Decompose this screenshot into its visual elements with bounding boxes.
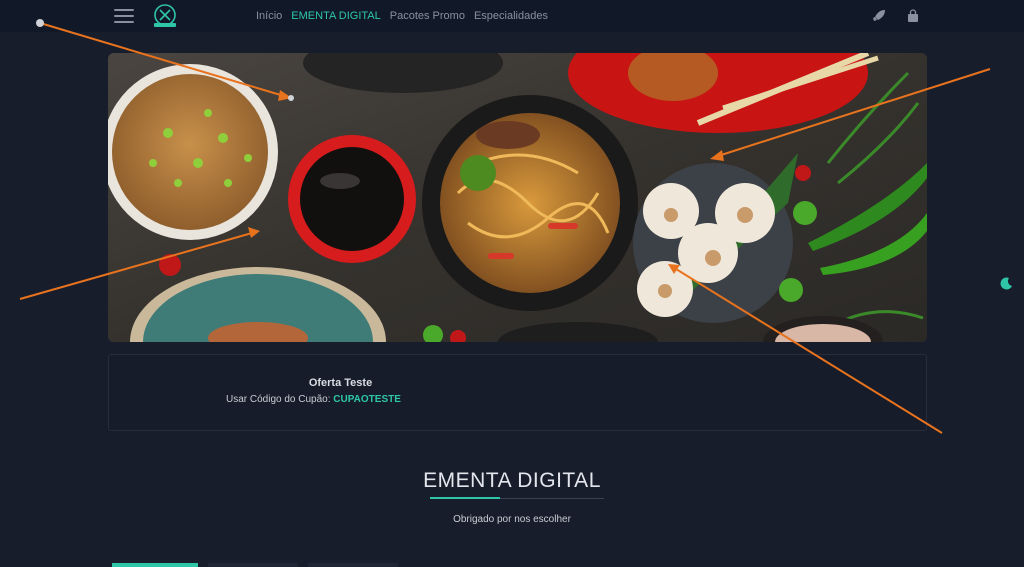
title-divider-accent — [430, 497, 500, 499]
category-tab[interactable] — [308, 563, 398, 567]
nav-link-ementa-digital[interactable]: EMENTA DIGITAL — [291, 10, 380, 22]
rocket-icon[interactable] — [872, 9, 886, 23]
shopping-bag-icon[interactable] — [906, 9, 920, 23]
offer-coupon-code[interactable]: CUPAOTESTE — [333, 394, 401, 405]
offer-coupon-line: Usar Código do Cupão: CUPAOTESTE — [226, 394, 401, 405]
moon-icon[interactable] — [999, 277, 1013, 291]
top-navbar: Início EMENTA DIGITAL Pacotes Promo Espe… — [0, 0, 1024, 32]
hamburger-menu-icon[interactable] — [114, 9, 134, 24]
category-tab[interactable] — [112, 563, 198, 567]
section-subtitle: Obrigado por nos escolher — [453, 514, 571, 525]
nav-link-inicio[interactable]: Início — [256, 10, 282, 22]
restaurant-logo-icon[interactable] — [150, 3, 180, 29]
nav-link-pacotes-promo[interactable]: Pacotes Promo — [390, 10, 465, 22]
nav-actions — [872, 9, 920, 23]
main-nav: Início EMENTA DIGITAL Pacotes Promo Espe… — [256, 10, 548, 22]
hero-banner-image — [108, 53, 927, 342]
offer-coupon-label: Usar Código do Cupão: — [226, 394, 331, 405]
category-tab[interactable] — [208, 563, 298, 567]
section-title: EMENTA DIGITAL — [423, 469, 601, 492]
offer-card: Oferta Teste Usar Código do Cupão: CUPAO… — [108, 354, 927, 431]
nav-link-especialidades[interactable]: Especialidades — [474, 10, 548, 22]
offer-title: Oferta Teste — [308, 377, 373, 389]
